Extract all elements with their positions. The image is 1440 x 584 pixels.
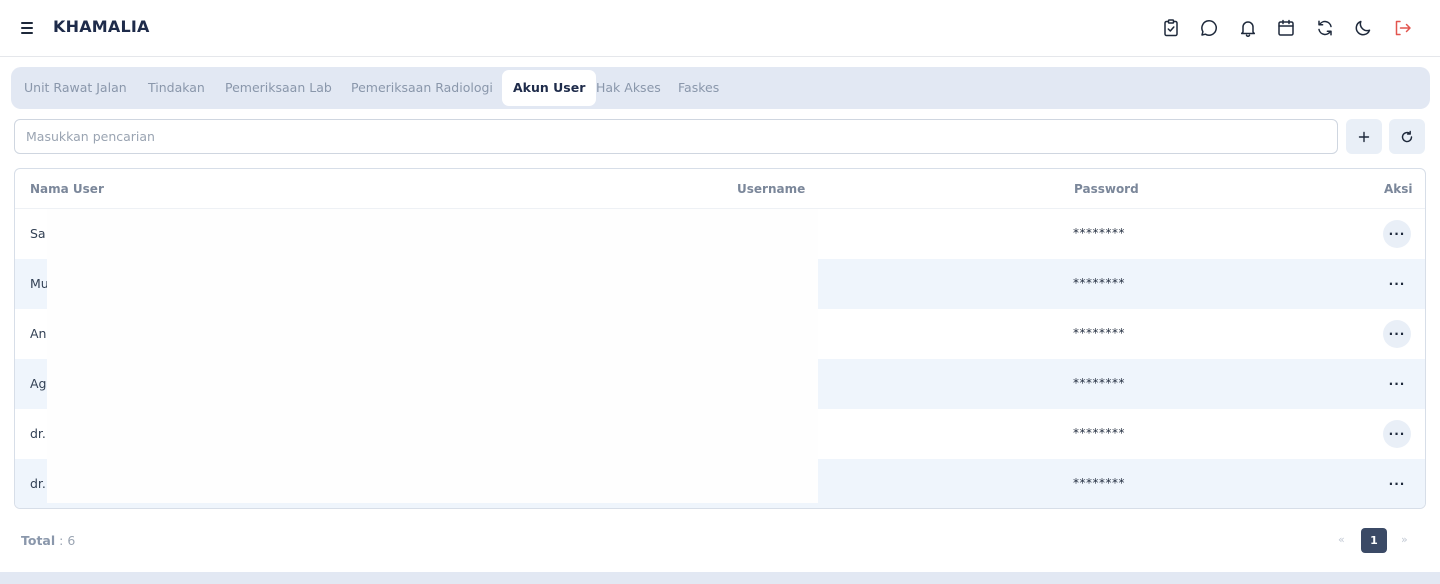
tab-faskes[interactable]: Faskes (678, 70, 719, 106)
tab-akun-user[interactable]: Akun User (502, 70, 597, 106)
reload-icon (1401, 130, 1413, 142)
password-cell: ******** (1073, 376, 1125, 390)
column-header-password[interactable]: Password (1074, 182, 1139, 196)
row-actions-button[interactable]: ··· (1383, 420, 1411, 448)
user-name-cell: An (30, 326, 47, 341)
password-cell: ******** (1073, 426, 1125, 440)
user-name-cell: Ag (30, 376, 47, 391)
pagination-next-button[interactable]: » (1401, 533, 1408, 546)
top-bar: KHAMALIA (0, 0, 1440, 57)
password-cell: ******** (1073, 326, 1125, 340)
password-cell: ******** (1073, 276, 1125, 290)
user-name-cell: Sa (30, 226, 46, 241)
password-cell: ******** (1073, 226, 1125, 240)
chat-icon[interactable] (1199, 18, 1219, 38)
user-name-cell: dr. (30, 426, 46, 441)
tab-unit-rawat-jalan[interactable]: Unit Rawat Jalan (24, 70, 127, 106)
total-separator: : (55, 533, 68, 548)
row-actions-button[interactable]: ··· (1383, 320, 1411, 348)
total-count: Total : 6 (21, 533, 75, 548)
tab-tindakan[interactable]: Tindakan (148, 70, 205, 106)
app-brand: KHAMALIA (53, 17, 150, 36)
row-actions-button[interactable]: ··· (1383, 470, 1411, 498)
clipboard-check-icon[interactable] (1161, 18, 1181, 38)
tab-pemeriksaan-radiologi[interactable]: Pemeriksaan Radiologi (351, 70, 493, 106)
footer-strip (0, 572, 1440, 584)
user-table: Nama User Username Password Aksi Sa ****… (14, 168, 1426, 509)
redaction-overlay (47, 209, 818, 503)
column-header-username[interactable]: Username (737, 182, 805, 196)
row-actions-button[interactable]: ··· (1383, 220, 1411, 248)
column-header-nama-user[interactable]: Nama User (30, 182, 104, 196)
pagination-prev-button[interactable]: « (1338, 533, 1345, 546)
add-button[interactable] (1346, 119, 1382, 154)
column-header-aksi: Aksi (1384, 182, 1413, 196)
total-label: Total (21, 533, 56, 548)
user-name-cell: Mu (30, 276, 49, 291)
tab-pemeriksaan-lab[interactable]: Pemeriksaan Lab (225, 70, 332, 106)
refresh-icon[interactable] (1315, 18, 1335, 38)
pagination-page-1[interactable]: 1 (1361, 528, 1387, 553)
calendar-icon[interactable] (1276, 18, 1296, 38)
hamburger-menu-icon[interactable] (19, 19, 37, 37)
row-actions-button[interactable]: ··· (1383, 370, 1411, 398)
total-value: 6 (67, 533, 76, 548)
reload-button[interactable] (1389, 119, 1425, 154)
tab-bar: Unit Rawat Jalan Tindakan Pemeriksaan La… (11, 67, 1430, 109)
row-actions-button[interactable]: ··· (1383, 270, 1411, 298)
table-header: Nama User Username Password Aksi (15, 169, 1425, 209)
bell-icon[interactable] (1238, 18, 1258, 38)
logout-icon[interactable] (1392, 18, 1412, 38)
password-cell: ******** (1073, 476, 1125, 490)
tab-hak-akses[interactable]: Hak Akses (596, 70, 661, 106)
plus-icon (1358, 131, 1370, 142)
search-input[interactable] (14, 119, 1338, 154)
moon-icon[interactable] (1353, 18, 1373, 38)
user-name-cell: dr. (30, 476, 46, 491)
